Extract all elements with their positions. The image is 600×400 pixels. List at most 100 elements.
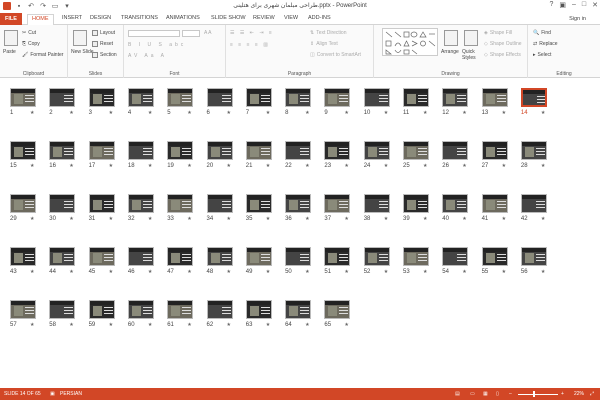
transition-star-icon[interactable]: ★ [423, 269, 427, 275]
transition-star-icon[interactable]: ★ [30, 269, 34, 275]
transition-star-icon[interactable]: ★ [187, 216, 191, 222]
transition-star-icon[interactable]: ★ [109, 110, 113, 116]
slide-thumbnail[interactable] [127, 194, 154, 213]
maximize-icon[interactable]: □ [582, 1, 586, 9]
slide-thumbnail[interactable] [88, 141, 115, 160]
slide-thumbnail[interactable] [167, 88, 194, 107]
slide-thumbnail[interactable] [324, 141, 351, 160]
transition-star-icon[interactable]: ★ [266, 163, 270, 169]
shape-effects-button[interactable]: ◇ Shape Effects [484, 52, 521, 58]
slide-thumbnail[interactable] [49, 247, 76, 266]
slide-thumbnail[interactable] [363, 88, 390, 107]
transition-star-icon[interactable]: ★ [344, 110, 348, 116]
transition-star-icon[interactable]: ★ [187, 163, 191, 169]
convert-smartart-button[interactable]: ◫ Convert to SmartArt [310, 52, 361, 58]
slide-thumbnail[interactable] [127, 300, 154, 319]
transition-star-icon[interactable]: ★ [30, 163, 34, 169]
transition-star-icon[interactable]: ★ [109, 216, 113, 222]
transition-star-icon[interactable]: ★ [227, 322, 231, 328]
slide-thumbnail[interactable] [206, 88, 233, 107]
transition-star-icon[interactable]: ★ [462, 216, 466, 222]
transition-star-icon[interactable]: ★ [148, 163, 152, 169]
transition-star-icon[interactable]: ★ [69, 163, 73, 169]
slide-thumbnail[interactable] [49, 141, 76, 160]
transition-star-icon[interactable]: ★ [384, 163, 388, 169]
slide-thumbnail[interactable] [127, 141, 154, 160]
slide-thumbnail[interactable] [481, 141, 508, 160]
transition-star-icon[interactable]: ★ [266, 216, 270, 222]
tab-insert[interactable]: INSERT [62, 15, 82, 21]
arrange-icon[interactable] [444, 30, 458, 46]
slide-thumbnail[interactable] [88, 88, 115, 107]
new-slide-button[interactable]: New Slide [71, 49, 94, 55]
transition-star-icon[interactable]: ★ [109, 163, 113, 169]
slide-thumbnail[interactable] [49, 194, 76, 213]
transition-star-icon[interactable]: ★ [187, 322, 191, 328]
slide-thumbnail[interactable] [363, 247, 390, 266]
transition-star-icon[interactable]: ★ [423, 163, 427, 169]
slide-thumbnail[interactable] [324, 300, 351, 319]
slide-thumbnail[interactable] [481, 88, 508, 107]
transition-star-icon[interactable]: ★ [502, 163, 506, 169]
slide-thumbnail[interactable] [49, 300, 76, 319]
section-button[interactable]: Section [92, 52, 117, 58]
slide-thumbnail[interactable] [167, 300, 194, 319]
new-slide-icon[interactable] [73, 30, 87, 46]
transition-star-icon[interactable]: ★ [541, 269, 545, 275]
format-painter-button[interactable]: 🖌 Format Painter [22, 52, 63, 58]
transition-star-icon[interactable]: ★ [30, 110, 34, 116]
transition-star-icon[interactable]: ★ [148, 216, 152, 222]
slide-thumbnail[interactable] [520, 141, 547, 160]
slide-thumbnail[interactable] [403, 194, 429, 213]
slide-thumbnail[interactable] [245, 194, 272, 213]
transition-star-icon[interactable]: ★ [187, 269, 191, 275]
transition-star-icon[interactable]: ★ [502, 110, 506, 116]
font-style-buttons[interactable]: B I U S abc [128, 42, 186, 48]
slide-thumbnail[interactable] [245, 247, 272, 266]
slide-thumbnail[interactable] [324, 194, 351, 213]
slide-thumbnail[interactable] [10, 300, 36, 319]
tab-addins[interactable]: ADD-INS [308, 15, 331, 21]
transition-star-icon[interactable]: ★ [148, 269, 152, 275]
tab-view[interactable]: VIEW [284, 15, 298, 21]
transition-star-icon[interactable]: ★ [69, 216, 73, 222]
slide-thumbnail[interactable] [520, 247, 547, 266]
slide-thumbnail[interactable] [285, 300, 312, 319]
copy-button[interactable]: ⎘ Copy [22, 41, 40, 47]
transition-star-icon[interactable]: ★ [69, 110, 73, 116]
slide-thumbnail[interactable] [167, 141, 194, 160]
transition-star-icon[interactable]: ★ [148, 110, 152, 116]
slide-thumbnail[interactable] [10, 88, 36, 107]
font-size-input[interactable] [182, 30, 200, 37]
shapes-gallery[interactable] [382, 28, 438, 56]
fit-to-window-icon[interactable]: ⤢ [590, 391, 594, 397]
slide-thumbnail[interactable] [442, 194, 469, 213]
slide-thumbnail[interactable] [324, 88, 351, 107]
font-color-buttons[interactable]: AV Aa A [128, 53, 167, 59]
transition-star-icon[interactable]: ★ [462, 110, 466, 116]
select-button[interactable]: ▸ Select [533, 52, 551, 58]
quick-styles-icon[interactable] [464, 30, 478, 46]
help-icon[interactable]: ? [549, 1, 553, 9]
notes-view-icon[interactable]: ▤ [455, 391, 460, 397]
tab-transitions[interactable]: TRANSITIONS [121, 15, 158, 21]
ribbon-display-icon[interactable]: ▣ [559, 1, 566, 9]
slide-thumbnail[interactable] [206, 247, 233, 266]
transition-star-icon[interactable]: ★ [227, 269, 231, 275]
slide-thumbnail[interactable] [88, 247, 115, 266]
tab-animations[interactable]: ANIMATIONS [166, 15, 200, 21]
slide-thumbnail[interactable] [88, 194, 115, 213]
reset-button[interactable]: Reset [92, 41, 113, 47]
arrange-button[interactable]: Arrange [441, 49, 459, 55]
paste-button[interactable]: Paste [3, 49, 16, 55]
transition-star-icon[interactable]: ★ [502, 269, 506, 275]
slide-thumbnail[interactable] [481, 247, 508, 266]
layout-button[interactable]: Layout [92, 30, 115, 36]
slide-thumbnail[interactable] [167, 247, 194, 266]
transition-star-icon[interactable]: ★ [344, 269, 348, 275]
tab-slideshow[interactable]: SLIDE SHOW [211, 15, 246, 21]
sign-in-link[interactable]: Sign in [569, 16, 586, 22]
transition-star-icon[interactable]: ★ [305, 163, 309, 169]
transition-star-icon[interactable]: ★ [109, 322, 113, 328]
tab-file[interactable]: FILE [0, 13, 22, 25]
